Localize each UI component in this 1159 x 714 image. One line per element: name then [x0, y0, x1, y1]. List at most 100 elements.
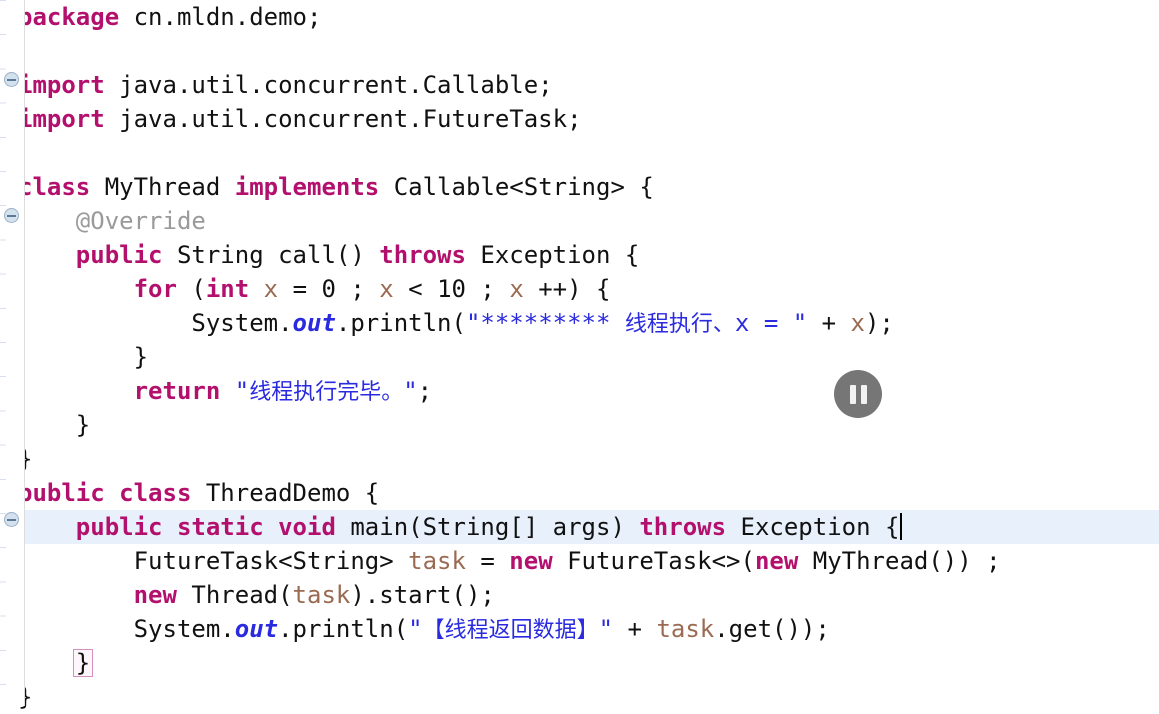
code-token: Exception { [465, 241, 640, 269]
code-line-text: public class ThreadDemo { [0, 476, 379, 510]
code-token: main(String[] args) [335, 513, 640, 541]
code-token: throws [379, 241, 466, 269]
code-line-text: import java.util.concurrent.Callable; [0, 68, 553, 102]
code-token: task [656, 615, 715, 643]
code-token: ThreadDemo { [191, 479, 380, 507]
line-thread-start[interactable]: new Thread(task).start(); [0, 578, 1159, 612]
code-token: FutureTask<>( [552, 547, 755, 575]
code-token: java.util.concurrent.Callable; [104, 71, 553, 99]
code-line-text: import java.util.concurrent.FutureTask; [0, 102, 582, 136]
code-token: Thread( [176, 581, 293, 609]
code-text-area[interactable]: package cn.mldn.demo; import java.util.co… [0, 0, 1159, 711]
code-token: System. [18, 309, 293, 337]
code-token: ); [864, 309, 894, 337]
code-line-text: FutureTask<String> task = new FutureTask… [0, 544, 1001, 578]
code-line-text: @Override [0, 204, 206, 238]
code-token: ( [176, 275, 206, 303]
code-token: x [379, 275, 394, 303]
code-token: x = " [734, 309, 808, 337]
pause-overlay-button[interactable] [834, 370, 882, 418]
line-close-class-threaddemo[interactable]: } [0, 680, 1159, 714]
code-token: " [408, 615, 423, 643]
line-close-class-mythread[interactable]: } [0, 442, 1159, 476]
code-token: " [598, 615, 614, 643]
brace-match-highlight: } [72, 649, 94, 677]
code-token: .get()); [714, 615, 830, 643]
line-main-method[interactable]: public static void main(String[] args) t… [0, 510, 1159, 545]
code-token: MyThread()) ; [798, 547, 1001, 575]
fold-marker-main-method[interactable] [4, 512, 19, 527]
line-package[interactable]: package cn.mldn.demo; [0, 0, 1159, 34]
code-token: x [509, 275, 524, 303]
code-token: x [263, 275, 279, 303]
code-token: public [18, 479, 105, 507]
code-line-text: public String call() throws Exception { [0, 238, 640, 272]
code-token: "********* [465, 309, 625, 337]
line-close-for[interactable]: } [0, 340, 1159, 374]
line-class-threaddemo[interactable]: public class ThreadDemo { [0, 476, 1159, 510]
code-token: < 10 ; [393, 275, 510, 303]
code-token: } [18, 411, 91, 439]
line-close-call[interactable]: } [0, 408, 1159, 442]
code-token: java.util.concurrent.FutureTask; [104, 105, 582, 133]
code-token: package [18, 3, 120, 31]
code-line-text: new Thread(task).start(); [0, 578, 495, 612]
code-token: 线程执行、 [624, 312, 735, 337]
line-blank-2[interactable] [0, 136, 1159, 170]
code-token: " [403, 377, 418, 405]
line-class-mythread[interactable]: class MyThread implements Callable<Strin… [0, 170, 1159, 204]
code-token: import [18, 105, 105, 133]
code-token: new [133, 581, 177, 609]
code-token: .println( [335, 309, 466, 337]
code-line-text: public static void main(String[] args) t… [0, 510, 903, 544]
code-line-text: return "线程执行完毕。"; [0, 374, 433, 410]
code-token: } [18, 343, 149, 371]
code-editor[interactable]: package cn.mldn.demo; import java.util.co… [0, 0, 1159, 711]
editor-gutter[interactable] [0, 0, 25, 706]
code-token: ).start(); [350, 581, 495, 609]
code-token: 【线程返回数据】 [422, 618, 599, 643]
code-line-text: System.out.println("【线程返回数据】" + task.get… [0, 612, 830, 648]
code-token: + [613, 615, 657, 643]
line-futuretask-decl[interactable]: FutureTask<String> task = new FutureTask… [0, 544, 1159, 578]
code-token: public [75, 513, 163, 541]
code-token: Exception { [726, 513, 900, 541]
code-token: return [133, 377, 221, 405]
fold-marker-imports[interactable] [4, 72, 19, 87]
pause-icon-bar-left [849, 384, 856, 404]
code-token: ++) { [523, 275, 611, 303]
line-import-callable[interactable]: import java.util.concurrent.Callable; [0, 68, 1159, 102]
code-token: Callable<String> { [379, 173, 654, 201]
line-return[interactable]: return "线程执行完毕。"; [0, 374, 1159, 408]
code-token: task [408, 547, 466, 575]
line-call-method[interactable]: public String call() throws Exception { [0, 238, 1159, 272]
code-token: class [18, 173, 91, 201]
code-line-text: class MyThread implements Callable<Strin… [0, 170, 654, 204]
text-cursor-caret [900, 513, 903, 540]
code-token: ; [417, 377, 433, 405]
line-blank-1[interactable] [0, 34, 1159, 68]
line-println-result[interactable]: System.out.println("【线程返回数据】" + task.get… [0, 612, 1159, 646]
fold-marker-call-method[interactable] [4, 208, 19, 223]
code-token: out [292, 309, 336, 337]
code-token: FutureTask<String> [18, 547, 409, 575]
code-token: System. [18, 615, 235, 643]
code-token: import [18, 71, 105, 99]
code-token: + [807, 309, 851, 337]
line-for-loop[interactable]: for (int x = 0 ; x < 10 ; x ++) { [0, 272, 1159, 306]
line-println-loop[interactable]: System.out.println("********* 线程执行、x = "… [0, 306, 1159, 340]
code-token: class [119, 479, 192, 507]
line-import-futuretask[interactable]: import java.util.concurrent.FutureTask; [0, 102, 1159, 136]
code-token: = 0 ; [278, 275, 380, 303]
line-close-main[interactable]: } [0, 646, 1159, 680]
line-override[interactable]: @Override [0, 204, 1159, 238]
code-token: new [509, 547, 553, 575]
code-token: implements [234, 173, 380, 201]
code-token: 线程执行完毕。 [249, 380, 404, 405]
